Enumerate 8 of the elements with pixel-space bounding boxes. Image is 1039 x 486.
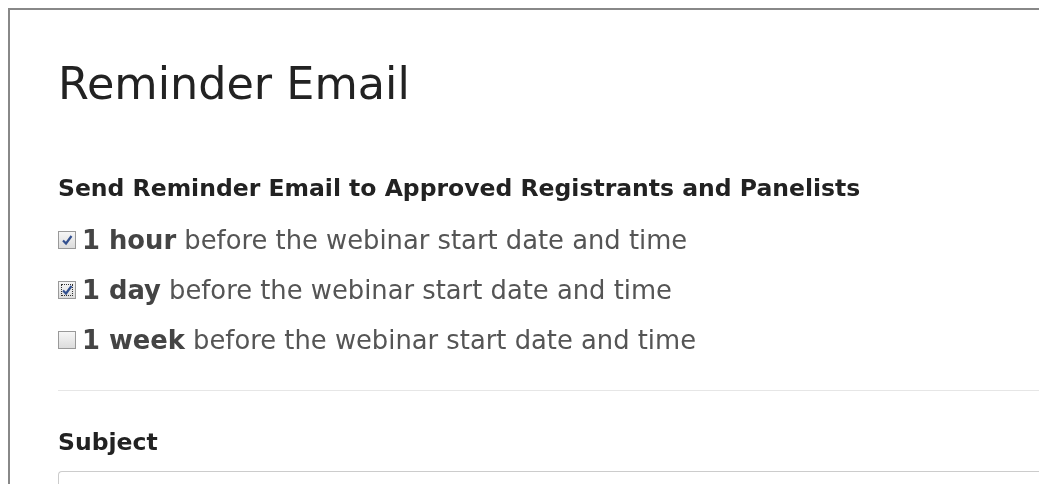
section-heading: Send Reminder Email to Approved Registrants and Panelists (58, 173, 862, 203)
checkbox[interactable] (58, 331, 76, 349)
option-label: 1 week before the webinar start date and time (82, 325, 697, 355)
option-label: 1 hour before the webinar start date and time (82, 225, 688, 255)
page-title: Reminder Email (58, 57, 411, 110)
checkbox[interactable] (58, 231, 76, 249)
field-label: Subject (58, 427, 159, 457)
option-label: 1 day before the webinar start date and time (82, 275, 672, 305)
